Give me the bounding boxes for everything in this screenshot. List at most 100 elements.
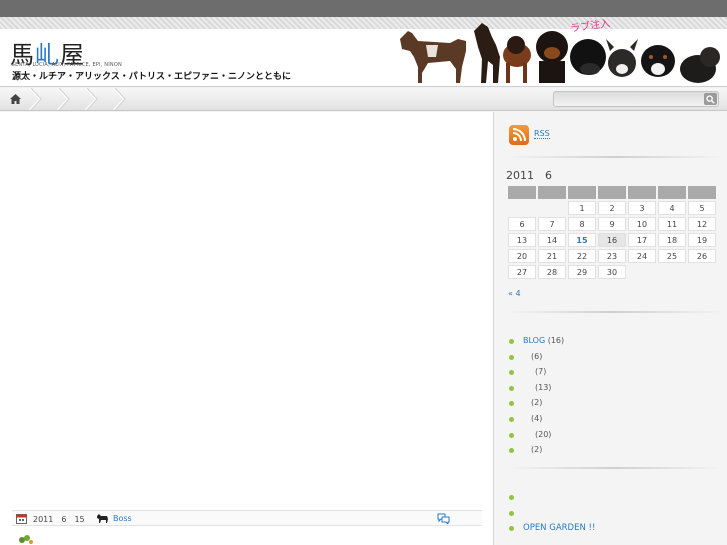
calendar-week-row: 20 21 22 23 24 25 26 — [508, 249, 716, 263]
calendar-day[interactable]: 15 — [568, 233, 596, 247]
calendar-day: 21 — [538, 249, 566, 263]
category-count: (2) — [531, 398, 543, 408]
weekday-header — [598, 186, 626, 199]
page-list: OPEN GARDEN !! — [509, 492, 595, 539]
bullet-icon — [509, 448, 514, 454]
post-author-link[interactable]: Boss — [113, 514, 132, 523]
weekday-header — [568, 186, 596, 199]
tricolor-dog-illustration — [641, 45, 675, 77]
weekday-header — [688, 186, 716, 199]
search-input[interactable] — [554, 92, 699, 106]
calendar-table: 1 2 3 4 5 6 7 8 9 10 11 12 13 14 15 16 17 18 19 20 21 22 23 24 2… — [506, 184, 718, 281]
sidebar-divider — [507, 467, 723, 469]
sidebar-divider — [507, 311, 723, 313]
calendar-day: 17 — [628, 233, 656, 247]
category-item: (2) — [509, 445, 564, 461]
calendar-day: 4 — [658, 201, 686, 215]
search-button[interactable] — [704, 93, 717, 105]
calendar-prev-link[interactable]: « 4 — [508, 289, 521, 298]
page-item — [509, 492, 595, 508]
calendar-day: 6 — [508, 217, 536, 231]
calendar-day: 7 — [538, 217, 566, 231]
bullet-icon — [509, 385, 514, 391]
rss-feed-glyph — [512, 128, 526, 142]
calendar-empty-cell — [508, 201, 536, 215]
horse-illustration — [400, 31, 466, 83]
post-meta-bar: 2011 6 15 Boss — [12, 510, 482, 526]
category-count: (2) — [531, 445, 543, 455]
calendar-day: 12 — [688, 217, 716, 231]
search-box — [553, 91, 719, 107]
animals-banner-image — [400, 23, 720, 83]
category-item: BLOG (16) — [509, 336, 564, 352]
bullet-icon — [509, 495, 514, 500]
calendar-empty-cell — [688, 265, 716, 279]
calendar-day: 5 — [688, 201, 716, 215]
category-count: (16) — [545, 336, 565, 345]
brown-dog-illustration — [503, 36, 531, 83]
site-tagline: 源太・ルチア・アリックス・パトリス・エピファニ・ニノンとともに — [12, 72, 292, 82]
post-date: 2011 6 15 — [33, 515, 85, 524]
nav-tab-2[interactable] — [56, 88, 78, 110]
calendar-icon — [16, 514, 27, 524]
rss-icon[interactable] — [509, 125, 529, 145]
weekday-header — [538, 186, 566, 199]
calendar-day: 11 — [658, 217, 686, 231]
calendar-empty-cell — [658, 265, 686, 279]
category-link[interactable]: BLOG — [523, 336, 545, 345]
sidebar: RSS 2011 6 1 2 3 4 5 6 7 8 9 10 11 12 13 14 15 16 17 18 19… — [495, 112, 727, 545]
calendar-day: 28 — [538, 265, 566, 279]
bullet-icon — [509, 510, 514, 516]
category-item: (2) — [509, 398, 564, 414]
category-item: (6) — [509, 352, 564, 368]
black-lab-illustration — [570, 39, 606, 75]
nav-tab-1[interactable] — [28, 88, 50, 110]
page-item: OPEN GARDEN !! — [509, 523, 595, 539]
nav-tab-4[interactable] — [112, 88, 134, 110]
top-bar — [0, 0, 727, 17]
nav-bar — [0, 88, 727, 111]
bullet-icon — [509, 339, 514, 344]
category-list: BLOG (16) (6) (7) (13) (2) (4) (20) (2) — [509, 336, 564, 461]
sidebar-divider — [507, 156, 723, 158]
calendar-empty-cell — [538, 201, 566, 215]
comments-icon[interactable] — [437, 513, 450, 524]
calendar-weekday-row — [508, 186, 716, 199]
calendar-day: 30 — [598, 265, 626, 279]
bullet-icon — [509, 526, 514, 532]
calendar-day: 16 — [598, 233, 626, 247]
rss-link[interactable]: RSS — [534, 129, 550, 139]
clover-icon — [19, 535, 33, 544]
calendar-day: 2 — [598, 201, 626, 215]
calendar-day: 19 — [688, 233, 716, 247]
weekday-header — [658, 186, 686, 199]
category-count: (20) — [535, 429, 552, 439]
search-icon — [706, 94, 715, 104]
calendar-day: 23 — [598, 249, 626, 263]
home-icon — [9, 94, 21, 104]
bullet-icon — [509, 401, 514, 407]
calendar-day: 24 — [628, 249, 656, 263]
calendar-day: 20 — [508, 249, 536, 263]
calendar-day: 1 — [568, 201, 596, 215]
category-item: (20) — [509, 430, 564, 446]
page-link[interactable]: OPEN GARDEN !! — [523, 523, 595, 533]
page-item — [509, 508, 595, 524]
bullet-icon — [509, 370, 514, 376]
nav-tab-3[interactable] — [84, 88, 106, 110]
calendar-week-row: 6 7 8 9 10 11 12 — [508, 217, 716, 231]
calendar-caption: 2011 6 — [506, 169, 552, 182]
small-dog-illustration — [680, 47, 720, 83]
calendar-day: 9 — [598, 217, 626, 231]
main-content: 2011 6 15 Boss — [0, 112, 494, 545]
dog-author-icon — [97, 514, 108, 523]
dark-horse-illustration — [474, 23, 500, 83]
bullet-icon — [509, 432, 514, 438]
black-dog-illustration — [536, 31, 568, 83]
home-tab[interactable] — [0, 88, 30, 110]
calendar-day: 13 — [508, 233, 536, 247]
category-count: (4) — [531, 413, 543, 423]
category-count: (7) — [535, 367, 547, 377]
weekday-header — [508, 186, 536, 199]
calendar-day: 18 — [658, 233, 686, 247]
